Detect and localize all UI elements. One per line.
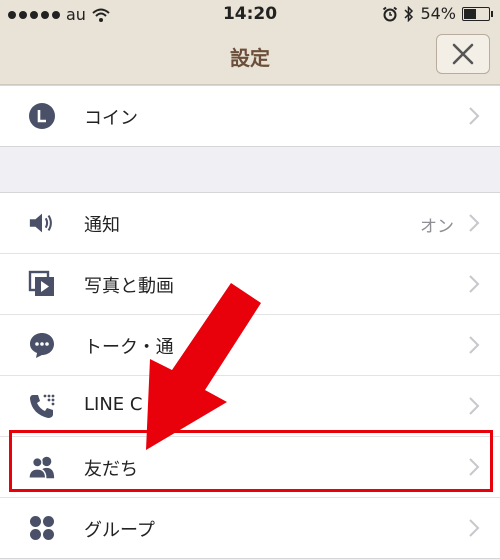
settings-item-label: コイン <box>84 108 138 129</box>
chevron-right-icon <box>469 458 480 476</box>
settings-item-talk[interactable]: トーク・通 <box>0 315 500 376</box>
chevron-right-icon <box>469 275 480 293</box>
settings-item-label: トーク・通 <box>84 337 174 358</box>
settings-item-notifications[interactable]: 通知 オン <box>0 193 500 254</box>
close-x-icon <box>452 43 474 65</box>
settings-group-main: 通知 オン 写真と動画 トーク・通 LINE C 友だち グループ <box>0 192 500 559</box>
group-icon <box>28 514 56 542</box>
settings-item-value: オン <box>420 217 454 237</box>
status-bar: au 14:20 54% <box>0 0 500 30</box>
settings-item-coin[interactable]: コイン <box>0 86 500 146</box>
settings-item-groups[interactable]: グループ <box>0 498 500 558</box>
alarm-icon <box>383 6 398 21</box>
settings-item-label: 通知 <box>84 215 120 236</box>
speaker-icon <box>28 209 56 237</box>
chat-bubble-icon <box>28 331 56 359</box>
chevron-right-icon <box>469 519 480 537</box>
settings-item-label: LINE C <box>84 394 143 415</box>
settings-item-line-call[interactable]: LINE C <box>0 376 500 437</box>
settings-group-account: コイン <box>0 85 500 147</box>
photo-video-icon <box>28 270 56 298</box>
page-title: 設定 <box>230 46 270 70</box>
chevron-right-icon <box>469 397 480 415</box>
bluetooth-icon <box>404 5 414 22</box>
chevron-right-icon <box>469 107 480 125</box>
top-bar: au 14:20 54% 設定 <box>0 0 500 85</box>
chevron-right-icon <box>469 214 480 232</box>
battery-percent: 54% <box>420 4 456 23</box>
settings-item-label: 友だち <box>84 459 138 480</box>
phone-call-icon <box>28 392 56 420</box>
status-right: 54% <box>382 4 493 23</box>
settings-item-photos-videos[interactable]: 写真と動画 <box>0 254 500 315</box>
settings-item-label: グループ <box>84 520 155 541</box>
battery-icon <box>462 6 493 21</box>
settings-item-friends[interactable]: 友だち <box>0 437 500 498</box>
chevron-right-icon <box>469 336 480 354</box>
friends-icon <box>28 453 56 481</box>
settings-item-label: 写真と動画 <box>84 276 174 297</box>
close-button[interactable] <box>436 34 490 74</box>
coin-icon <box>28 102 56 130</box>
